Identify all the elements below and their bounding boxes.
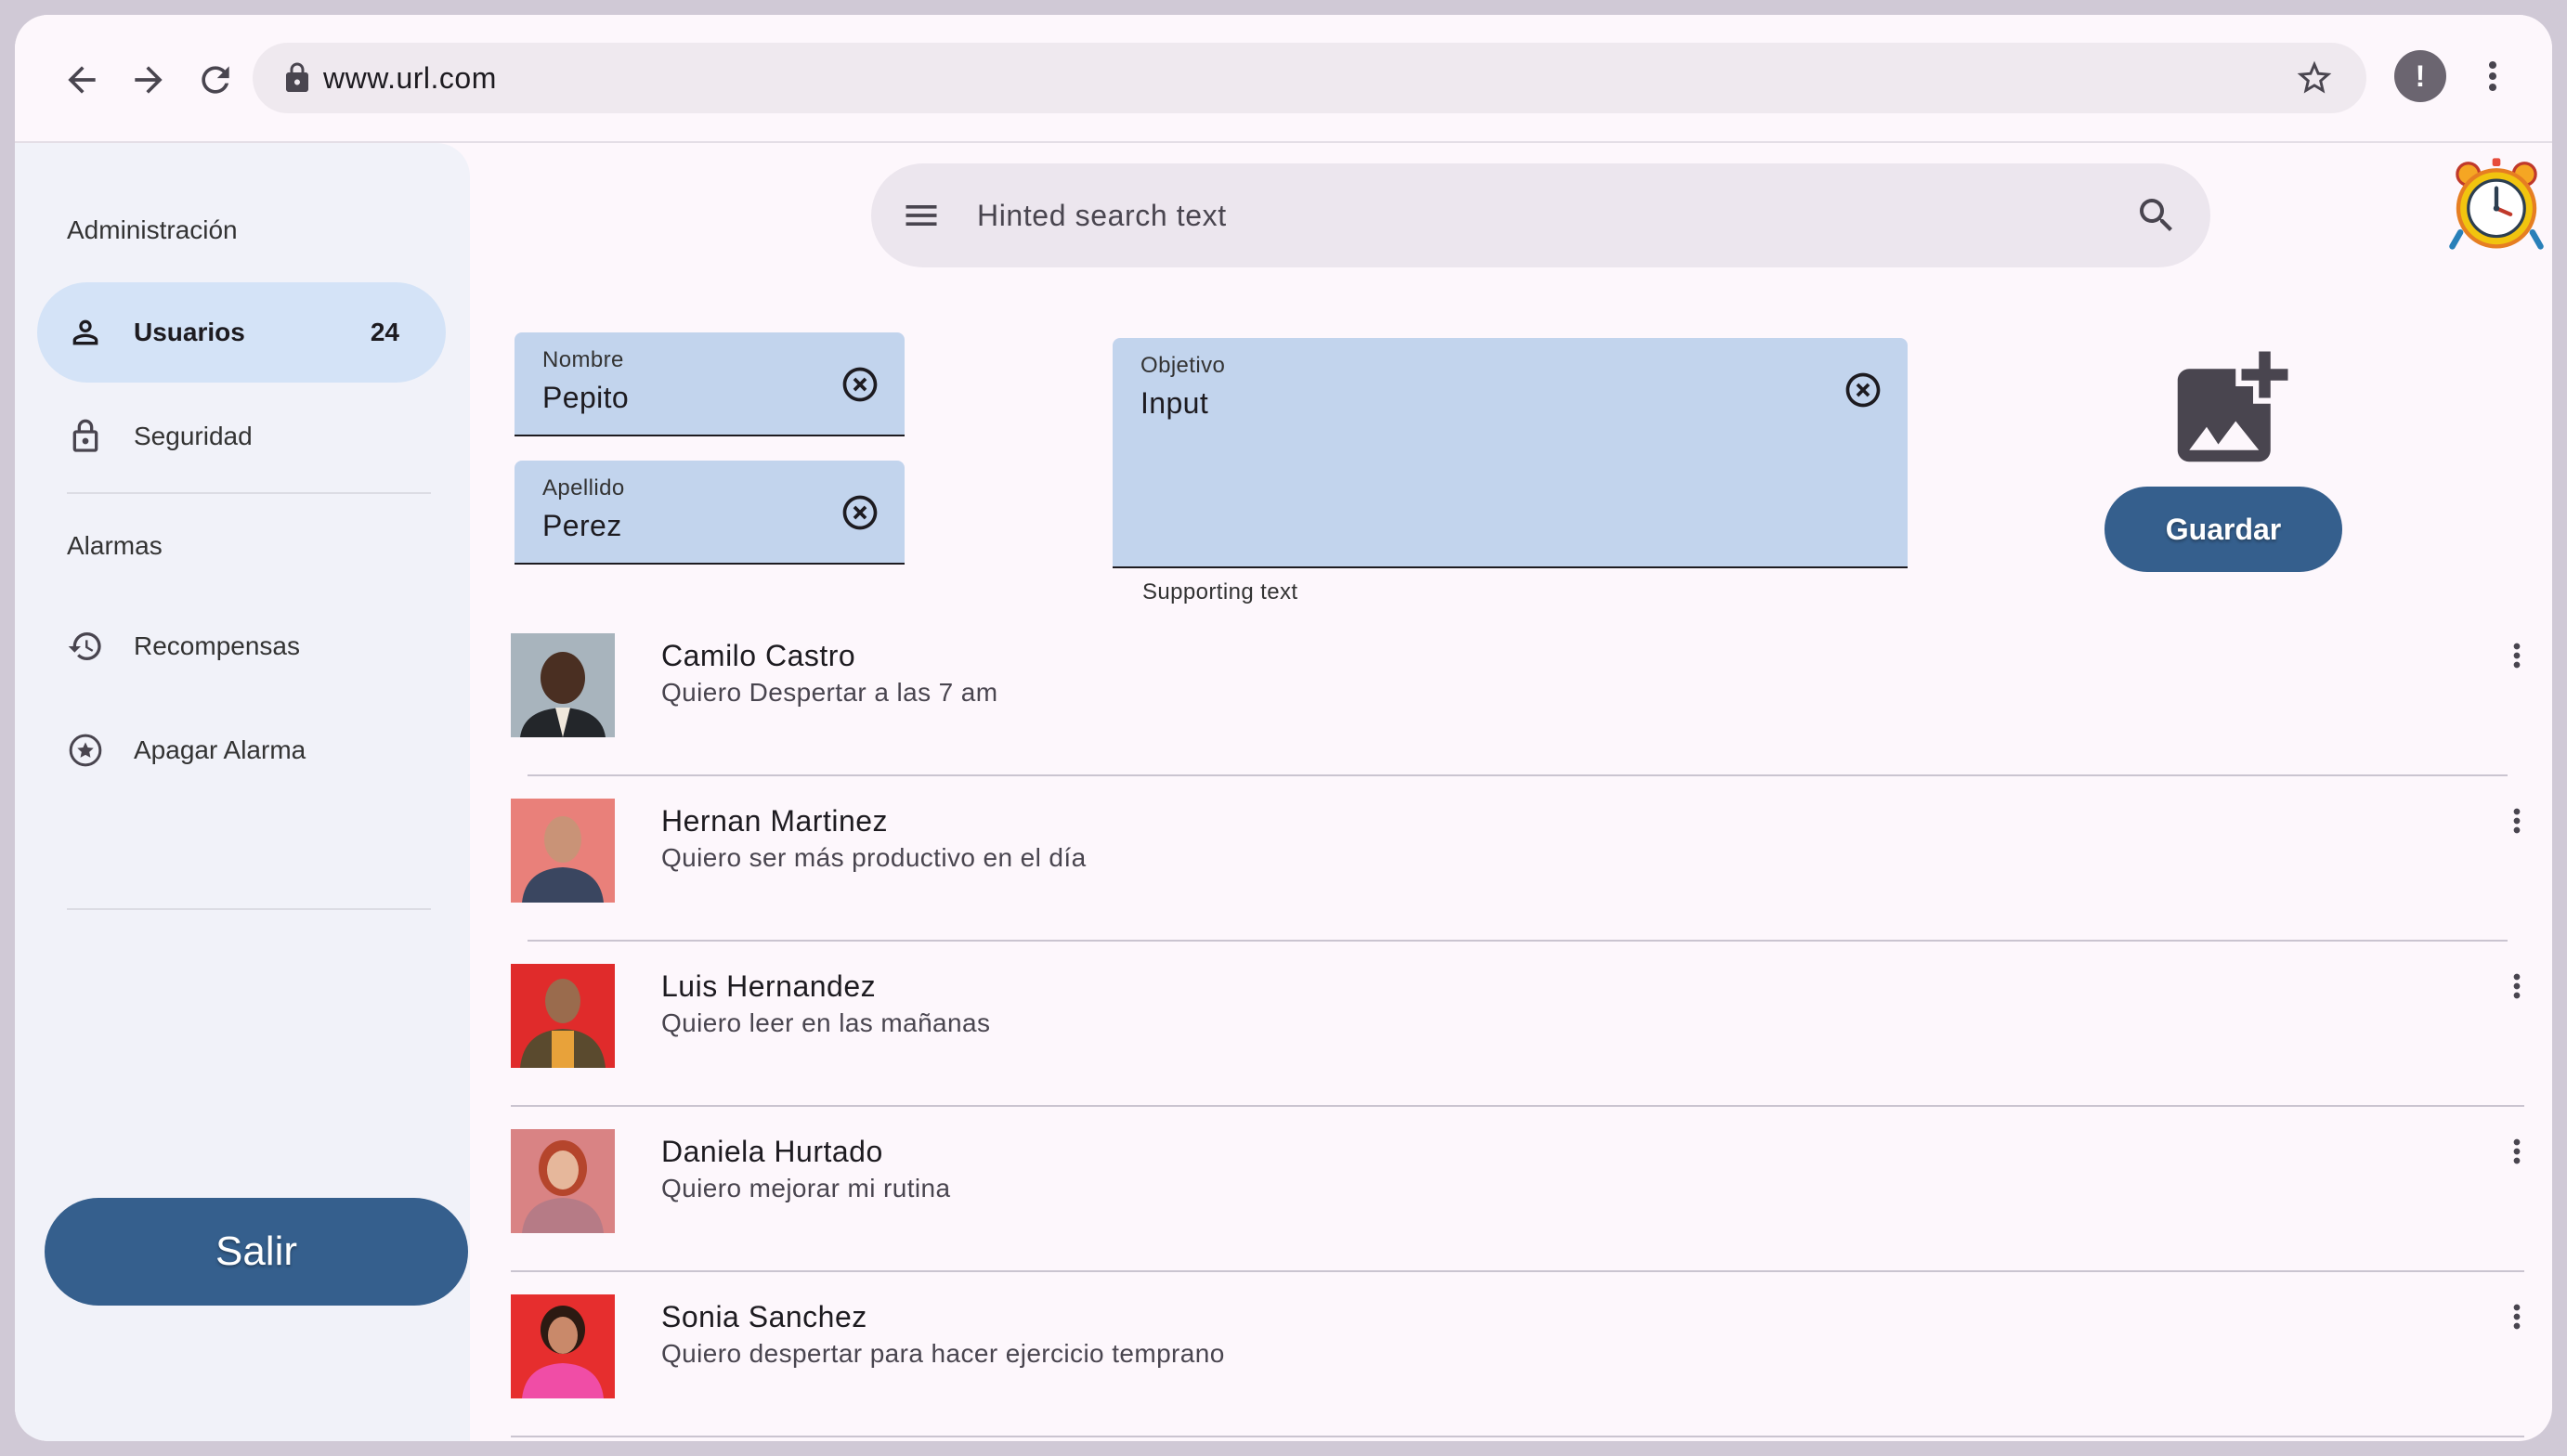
list-divider — [511, 1105, 2524, 1107]
user-photo — [511, 799, 615, 903]
address-bar[interactable]: www.url.com — [253, 43, 2366, 113]
url-text: www.url.com — [323, 61, 497, 95]
sidebar-item-seguridad[interactable]: Seguridad — [37, 386, 446, 487]
search-input[interactable]: Hinted search text — [977, 199, 1227, 233]
more-vert-icon[interactable] — [2498, 964, 2535, 1008]
avatar — [511, 633, 615, 737]
more-vert-icon[interactable] — [2498, 1294, 2535, 1339]
history-icon — [68, 632, 101, 660]
user-goal: Quiero leer en las mañanas — [661, 1008, 991, 1037]
sidebar-divider — [67, 908, 431, 910]
user-name: Sonia Sanchez — [661, 1300, 867, 1333]
logout-button[interactable]: Salir — [45, 1198, 468, 1306]
field-value: Pepito — [542, 381, 630, 414]
user-name: Camilo Castro — [661, 639, 856, 672]
clear-circle-icon[interactable] — [840, 492, 880, 533]
objetivo-supporting-text: Supporting text — [1142, 579, 1298, 604]
user-name: Daniela Hurtado — [661, 1135, 883, 1168]
menu-icon[interactable] — [901, 195, 942, 236]
more-vert-icon[interactable] — [2470, 54, 2515, 98]
avatar — [511, 1129, 615, 1233]
sidebar-item-recompensas[interactable]: Recompensas — [37, 596, 446, 696]
refresh-icon — [202, 66, 229, 94]
sidebar-item-label: Recompensas — [134, 631, 300, 660]
arrow-forward-icon — [135, 66, 163, 94]
list-divider — [528, 940, 2508, 942]
sidebar-divider — [67, 492, 431, 494]
browser-toolbar: www.url.com ! — [15, 15, 2552, 143]
field-label: Nombre — [542, 347, 624, 372]
arrow-back-icon — [68, 66, 96, 94]
user-photo — [511, 1129, 615, 1233]
sidebar-item-usuarios[interactable]: Usuarios 24 — [37, 282, 446, 383]
user-name: Hernan Martinez — [661, 804, 889, 838]
sidebar-item-label: Apagar Alarma — [134, 735, 306, 764]
users-count-badge: 24 — [370, 318, 399, 346]
bookmark-star-icon[interactable] — [2294, 58, 2335, 98]
user-goal: Quiero mejorar mi rutina — [661, 1174, 951, 1202]
more-vert-icon[interactable] — [2498, 1129, 2535, 1174]
lock-icon — [72, 419, 98, 452]
nombre-field[interactable]: Nombre Pepito — [515, 332, 905, 436]
user-goal: Quiero ser más productivo en el día — [661, 843, 1087, 872]
avatar — [511, 1294, 615, 1398]
field-value: Perez — [542, 509, 622, 542]
field-label: Objetivo — [1140, 353, 1226, 378]
app-window: www.url.com ! Administración Usuarios 24… — [15, 15, 2552, 1441]
list-divider — [511, 1270, 2524, 1272]
apellido-field[interactable]: Apellido Perez — [515, 461, 905, 565]
section-title-administracion: Administración — [67, 215, 238, 244]
clear-circle-icon[interactable] — [840, 364, 880, 405]
section-title-alarmas: Alarmas — [67, 531, 163, 560]
profile-avatar-button[interactable]: ! — [2394, 50, 2446, 102]
search-bar[interactable]: Hinted search text — [871, 163, 2210, 267]
avatar — [511, 799, 615, 903]
person-icon — [72, 319, 98, 345]
more-vert-icon[interactable] — [2498, 799, 2535, 843]
user-photo — [511, 964, 615, 1068]
star-circle-icon — [69, 734, 102, 767]
sidebar-item-label: Seguridad — [134, 422, 253, 450]
back-button[interactable] — [52, 50, 111, 110]
forward-button[interactable] — [119, 50, 178, 110]
clear-circle-icon[interactable] — [1843, 370, 1883, 410]
alarm-clock-logo-icon — [2449, 158, 2544, 250]
field-value: Input — [1140, 386, 1209, 420]
add-photo-icon[interactable] — [2160, 340, 2300, 479]
field-label: Apellido — [542, 475, 625, 500]
user-goal: Quiero Despertar a las 7 am — [661, 678, 998, 707]
search-icon[interactable] — [2134, 193, 2179, 238]
list-divider — [511, 1436, 2524, 1437]
user-photo — [511, 633, 615, 737]
lock-icon — [286, 62, 308, 92]
more-vert-icon[interactable] — [2498, 633, 2535, 678]
user-name: Luis Hernandez — [661, 969, 877, 1003]
save-button[interactable]: Guardar — [2104, 487, 2342, 572]
user-photo — [511, 1294, 615, 1398]
user-goal: Quiero despertar para hacer ejercicio te… — [661, 1339, 1225, 1368]
sidebar-item-apagar-alarma[interactable]: Apagar Alarma — [37, 700, 446, 800]
objetivo-textarea[interactable]: Objetivo Input — [1113, 338, 1908, 568]
list-item[interactable]: Sonia Sanchez Quiero despertar para hace… — [511, 1294, 2535, 1441]
sidebar-item-label: Usuarios — [134, 318, 245, 346]
avatar — [511, 964, 615, 1068]
reload-button[interactable] — [186, 50, 245, 110]
list-divider — [528, 774, 2508, 776]
